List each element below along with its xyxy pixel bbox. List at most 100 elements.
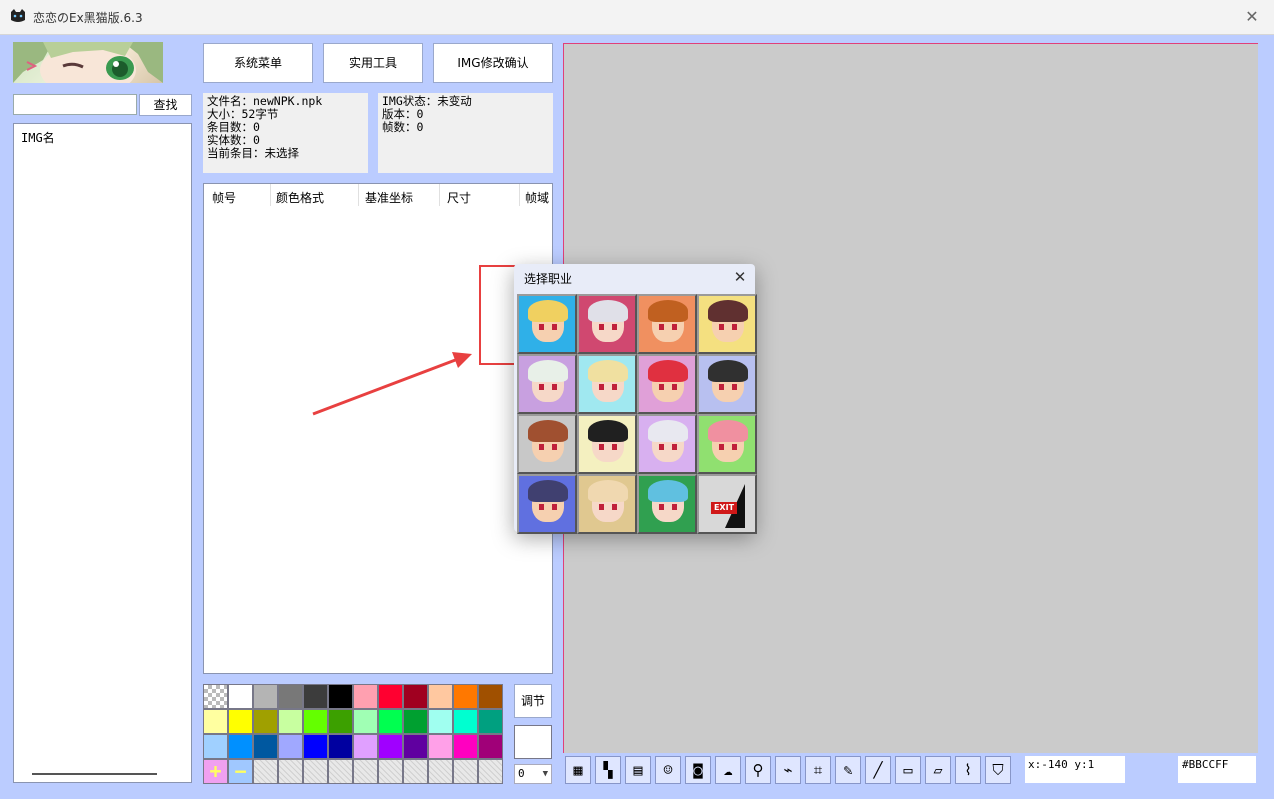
- grid-icon[interactable]: ▦: [565, 756, 591, 784]
- empty-swatch[interactable]: [278, 759, 303, 784]
- color-swatch[interactable]: [278, 709, 303, 734]
- color-swatch[interactable]: [328, 734, 353, 759]
- color-swatch[interactable]: [328, 709, 353, 734]
- color-swatch[interactable]: [453, 684, 478, 709]
- current-color-preview[interactable]: [514, 725, 552, 759]
- img-list-scrollbar[interactable]: [32, 773, 157, 775]
- job-portrait-1[interactable]: [517, 294, 577, 354]
- color-swatch[interactable]: [228, 709, 253, 734]
- empty-swatch[interactable]: [253, 759, 278, 784]
- color-swatch[interactable]: [203, 709, 228, 734]
- empty-swatch[interactable]: [303, 759, 328, 784]
- color-swatch[interactable]: [428, 684, 453, 709]
- job-portrait-3[interactable]: [637, 294, 697, 354]
- add-color-button[interactable]: +: [203, 759, 228, 784]
- color-swatch[interactable]: [353, 684, 378, 709]
- empty-swatch[interactable]: [478, 759, 503, 784]
- exit-job-button[interactable]: EXIT: [697, 474, 757, 534]
- color-swatch[interactable]: [428, 734, 453, 759]
- character-hair: [648, 480, 688, 502]
- rectangle-icon[interactable]: ▭: [895, 756, 921, 784]
- color-swatch[interactable]: [453, 709, 478, 734]
- color-swatch[interactable]: [328, 684, 353, 709]
- remove-color-button[interactable]: −: [228, 759, 253, 784]
- job-portrait-12[interactable]: [697, 414, 757, 474]
- empty-swatch[interactable]: [403, 759, 428, 784]
- color-swatch[interactable]: [253, 709, 278, 734]
- job-portrait-15[interactable]: [637, 474, 697, 534]
- job-portrait-11[interactable]: [637, 414, 697, 474]
- dialog-close-icon[interactable]: ✕: [730, 268, 750, 286]
- job-portrait-13[interactable]: [517, 474, 577, 534]
- img-confirm-button[interactable]: IMG修改确认: [433, 43, 553, 83]
- color-swatch[interactable]: [303, 684, 328, 709]
- color-swatch[interactable]: [478, 709, 503, 734]
- film-icon[interactable]: ▤: [625, 756, 651, 784]
- color-swatch[interactable]: [403, 684, 428, 709]
- pencil-icon[interactable]: ✎: [835, 756, 861, 784]
- search-input[interactable]: [13, 94, 137, 115]
- job-portrait-5[interactable]: [517, 354, 577, 414]
- color-swatch[interactable]: [203, 734, 228, 759]
- transparent-swatch[interactable]: [203, 684, 228, 709]
- color-swatch[interactable]: [303, 734, 328, 759]
- color-swatch[interactable]: [378, 709, 403, 734]
- line-icon[interactable]: ╱: [865, 756, 891, 784]
- empty-swatch[interactable]: [428, 759, 453, 784]
- column-header-frame-region[interactable]: 帧域: [525, 189, 549, 206]
- system-menu-button[interactable]: 系统菜单: [203, 43, 313, 83]
- color-swatch[interactable]: [278, 734, 303, 759]
- column-header-size[interactable]: 尺寸: [447, 189, 471, 206]
- color-swatch[interactable]: [303, 709, 328, 734]
- exit-label: EXIT: [711, 502, 737, 514]
- crop-icon[interactable]: ⌗: [805, 756, 831, 784]
- frame-table[interactable]: 帧号 颜色格式 基准坐标 尺寸 帧域: [203, 183, 553, 674]
- size-select[interactable]: 0 ▼: [514, 764, 552, 784]
- color-swatch[interactable]: [378, 684, 403, 709]
- color-swatch[interactable]: [228, 684, 253, 709]
- cat-icon[interactable]: ☺: [655, 756, 681, 784]
- job-portrait-9[interactable]: [517, 414, 577, 474]
- job-portrait-8[interactable]: [697, 354, 757, 414]
- tools-button[interactable]: 实用工具: [323, 43, 423, 83]
- color-swatch[interactable]: [453, 734, 478, 759]
- job-portrait-7[interactable]: [637, 354, 697, 414]
- color-swatch[interactable]: [278, 684, 303, 709]
- color-swatch[interactable]: [403, 709, 428, 734]
- color-swatch[interactable]: [353, 734, 378, 759]
- empty-swatch[interactable]: [328, 759, 353, 784]
- color-swatch[interactable]: [228, 734, 253, 759]
- column-header-color-format[interactable]: 颜色格式: [276, 189, 324, 206]
- eraser-icon[interactable]: ▱: [925, 756, 951, 784]
- color-swatch[interactable]: [478, 734, 503, 759]
- search-button[interactable]: 查找: [139, 94, 192, 116]
- column-header-base-coord[interactable]: 基准坐标: [365, 189, 413, 206]
- color-swatch[interactable]: [403, 734, 428, 759]
- adjust-button[interactable]: 调节: [514, 684, 552, 718]
- job-portrait-2[interactable]: [577, 294, 637, 354]
- eyedropper-icon[interactable]: ⌇: [955, 756, 981, 784]
- chart-icon[interactable]: ⌁: [775, 756, 801, 784]
- color-swatch[interactable]: [253, 734, 278, 759]
- empty-swatch[interactable]: [378, 759, 403, 784]
- empty-swatch[interactable]: [453, 759, 478, 784]
- color-blocks-icon[interactable]: ▚: [595, 756, 621, 784]
- magnifier-icon[interactable]: ⚲: [745, 756, 771, 784]
- color-swatch[interactable]: [353, 709, 378, 734]
- job-portrait-10[interactable]: [577, 414, 637, 474]
- job-portrait-14[interactable]: [577, 474, 637, 534]
- camera-icon[interactable]: ◙: [685, 756, 711, 784]
- color-swatch[interactable]: [478, 684, 503, 709]
- window-close-button[interactable]: ✕: [1240, 5, 1264, 29]
- column-header-frame-no[interactable]: 帧号: [212, 189, 236, 206]
- job-portrait-4[interactable]: [697, 294, 757, 354]
- color-swatch[interactable]: [378, 734, 403, 759]
- color-swatch[interactable]: [428, 709, 453, 734]
- bucket-icon[interactable]: ⛉: [985, 756, 1011, 784]
- img-list[interactable]: IMG名: [13, 123, 192, 783]
- cloud-icon[interactable]: ☁: [715, 756, 741, 784]
- color-swatch[interactable]: [253, 684, 278, 709]
- column-divider: [439, 184, 440, 206]
- job-portrait-6[interactable]: [577, 354, 637, 414]
- empty-swatch[interactable]: [353, 759, 378, 784]
